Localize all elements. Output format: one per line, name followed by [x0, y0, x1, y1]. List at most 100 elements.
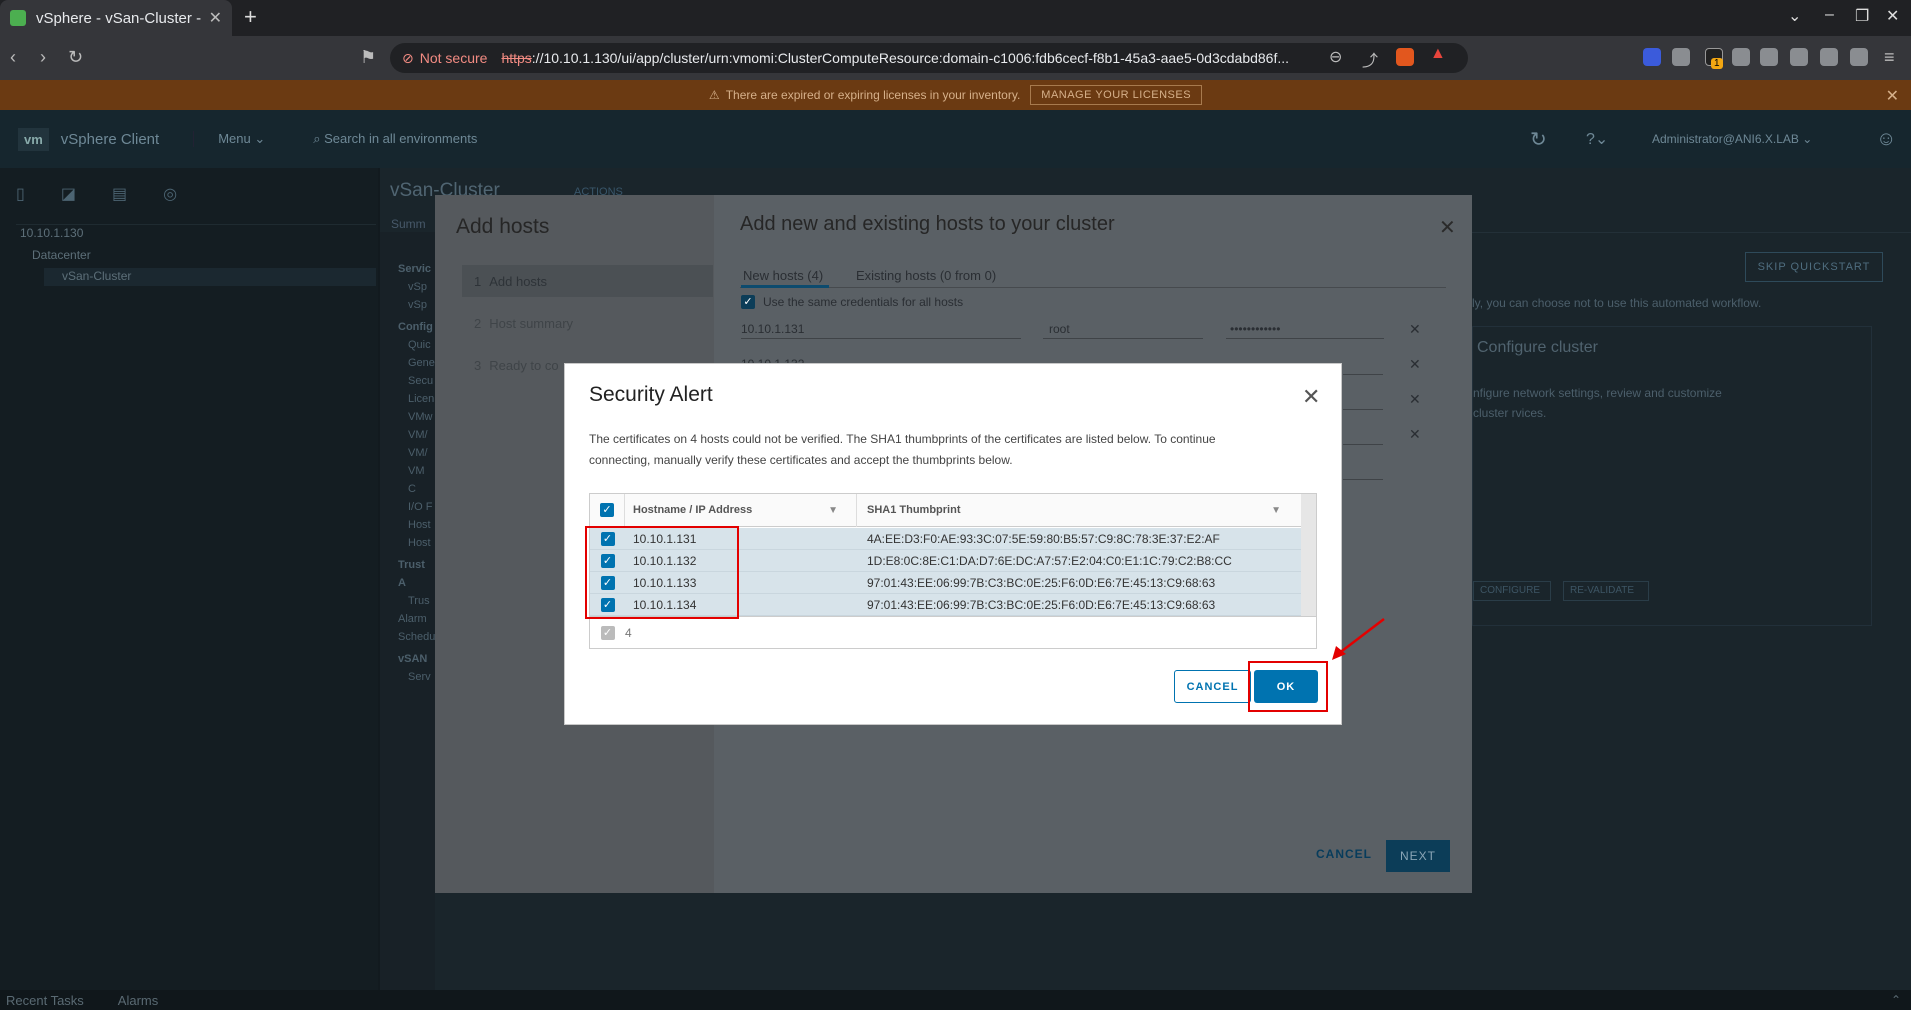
leo-icon[interactable]	[1850, 48, 1868, 66]
remove-host-icon[interactable]: ✕	[1409, 356, 1421, 373]
browser-tab[interactable]: vSphere - vSan-Cluster - ✕	[0, 0, 232, 36]
wizard-step-3[interactable]: 3 Ready to co	[474, 358, 559, 373]
vmware-logo: vm	[18, 127, 49, 151]
global-search[interactable]: ⌕ Search in all environments	[313, 131, 477, 147]
column-hostname[interactable]: Hostname / IP Address ▼	[625, 493, 857, 527]
highlight-ok-box	[1248, 661, 1328, 712]
storage-icon[interactable]: ▤	[112, 184, 127, 204]
puzzle-icon[interactable]	[1760, 48, 1778, 66]
remove-host-icon[interactable]: ✕	[1409, 426, 1421, 443]
dialog-close-icon[interactable]: ✕	[1302, 384, 1320, 410]
help-icon[interactable]: ?⌄	[1586, 129, 1608, 149]
url-text: ://10.10.1.130/ui/app/cluster/urn:vmomi:…	[531, 50, 1290, 66]
qr-icon[interactable]	[1672, 48, 1690, 66]
close-tab-icon[interactable]: ✕	[209, 8, 222, 28]
dialog-cancel-button[interactable]: CANCEL	[1174, 670, 1251, 703]
forward-icon[interactable]: ›	[40, 47, 46, 68]
wizard-title: Add hosts	[456, 215, 550, 238]
wizard-step-2[interactable]: 2 Host summary	[474, 316, 573, 331]
sidebar-icon[interactable]	[1790, 48, 1808, 66]
menu-dropdown[interactable]: Menu ⌄	[193, 131, 265, 147]
grid-scrollbar[interactable]	[1301, 494, 1316, 616]
networking-icon[interactable]: ◎	[163, 184, 177, 204]
dialog-title: Security Alert	[589, 383, 713, 406]
configure-button[interactable]: CONFIGURE	[1473, 581, 1551, 601]
select-all-checkbox[interactable]: ✓	[600, 503, 614, 517]
tab-search-icon[interactable]: ⌄	[1788, 6, 1801, 26]
close-window-icon[interactable]: ✕	[1886, 6, 1899, 26]
recent-tasks-tab[interactable]: Recent Tasks	[6, 993, 84, 1008]
license-message: There are expired or expiring licenses i…	[725, 88, 1021, 102]
hosts-clusters-icon[interactable]: ▯	[16, 184, 25, 204]
password-field[interactable]: ••••••••••••	[1230, 322, 1280, 336]
product-name: vSphere Client	[60, 130, 160, 148]
host-address-field[interactable]: 10.10.1.131	[741, 322, 804, 336]
config-menu-items[interactable]: Servic vSp vSp Config Quic Gene Secu Lic…	[398, 260, 435, 686]
vsphere-favicon-icon	[10, 10, 26, 26]
row-thumbprint: 97:01:43:EE:06:99:7B:C3:BC:0E:25:F6:0D:E…	[867, 575, 1216, 590]
configure-cluster-title: Configure cluster	[1477, 339, 1598, 356]
bitwarden-icon[interactable]	[1643, 48, 1661, 66]
close-banner-icon[interactable]: ✕	[1886, 86, 1899, 106]
browser-menu-icon[interactable]: ≡	[1884, 47, 1895, 68]
search-icon: ⌕	[313, 131, 325, 146]
tree-cluster[interactable]: vSan-Cluster	[62, 269, 131, 283]
wizard-next-button[interactable]: NEXT	[1386, 840, 1450, 872]
share-icon[interactable]: ⤴	[1362, 47, 1378, 71]
grid-footer: ✓ 4	[590, 616, 1316, 648]
same-credentials-checkbox[interactable]: ✓	[741, 295, 755, 309]
tree-vcenter[interactable]: 10.10.1.130	[20, 226, 83, 240]
address-bar[interactable]: ⊘ Not secure https ://10.10.1.130/ui/app…	[390, 43, 1468, 73]
row-thumbprint: 4A:EE:D3:F0:AE:93:3C:07:5E:59:80:B5:57:C…	[867, 531, 1220, 546]
user-menu[interactable]: Administrator@ANI6.X.LAB ⌄	[1652, 132, 1812, 146]
back-icon[interactable]: ‹	[10, 47, 16, 68]
row-thumbprint: 1D:E8:0C:8E:C1:DA:D7:6E:DC:A7:57:E2:04:C…	[867, 553, 1232, 568]
vms-templates-icon[interactable]: ◪	[61, 184, 76, 204]
annotation-arrow-icon	[1332, 618, 1385, 660]
tab-existing-hosts[interactable]: Existing hosts (0 from 0)	[856, 268, 996, 283]
wizard-cancel-button[interactable]: CANCEL	[1316, 847, 1372, 861]
selected-count: 4	[625, 625, 632, 640]
brave-shield-icon[interactable]	[1396, 48, 1414, 66]
url-scheme: https	[501, 50, 532, 66]
skip-quickstart-button[interactable]: SKIP QUICKSTART	[1745, 252, 1883, 282]
highlight-hosts-box	[585, 526, 739, 619]
zoom-icon[interactable]: ⊖	[1329, 47, 1342, 67]
bottom-panel: Recent Tasks Alarms ⌃	[0, 990, 1911, 1010]
remove-host-icon[interactable]: ✕	[1409, 391, 1421, 408]
search-placeholder: Search in all environments	[324, 131, 478, 146]
revalidate-button[interactable]: RE-VALIDATE	[1563, 581, 1649, 601]
wizard-step-1[interactable]: 1 Add hosts	[462, 265, 713, 297]
refresh-icon[interactable]: ↻	[1530, 127, 1547, 152]
username-field[interactable]: root	[1049, 322, 1070, 336]
filter-icon[interactable]: ▼	[1271, 505, 1281, 516]
filter-icon[interactable]: ▼	[828, 505, 838, 516]
configure-cluster-text: nfigure network settings, review and cus…	[1473, 386, 1722, 420]
remove-host-icon[interactable]: ✕	[1409, 321, 1421, 338]
browser-tabbar	[0, 0, 1911, 36]
license-banner: ⚠ There are expired or expiring licenses…	[0, 80, 1911, 110]
dialog-description: The certificates on 4 hosts could not be…	[589, 432, 1216, 467]
summary-tab[interactable]: Summ	[391, 217, 426, 231]
user-avatar-icon[interactable]: ☺	[1876, 128, 1896, 151]
extension-badge: 1	[1711, 58, 1723, 69]
manage-licenses-button[interactable]: MANAGE YOUR LICENSES	[1030, 85, 1203, 105]
not-secure-icon: ⊘	[402, 49, 414, 66]
column-thumbprint[interactable]: SHA1 Thumbprint ▼	[857, 494, 1301, 527]
wizard-close-icon[interactable]: ✕	[1439, 215, 1456, 240]
selection-count-icon: ✓	[600, 625, 615, 640]
tab-new-hosts[interactable]: New hosts (4)	[743, 268, 823, 283]
wallet-icon[interactable]	[1820, 48, 1838, 66]
bookmark-icon[interactable]: ⚑	[360, 47, 376, 68]
expand-panel-icon[interactable]: ⌃	[1891, 993, 1901, 1007]
alarms-tab[interactable]: Alarms	[118, 993, 158, 1008]
wizard-heading: Add new and existing hosts to your clust…	[740, 213, 1115, 235]
tree-datacenter[interactable]: Datacenter	[32, 248, 91, 262]
minimize-icon[interactable]: –	[1825, 6, 1834, 24]
new-tab-button[interactable]: +	[244, 4, 257, 30]
reload-icon[interactable]: ↻	[68, 47, 83, 68]
same-credentials-option[interactable]: ✓ Use the same credentials for all hosts	[741, 295, 963, 309]
camera-icon[interactable]	[1732, 48, 1750, 66]
maximize-icon[interactable]: ❐	[1855, 6, 1869, 26]
brave-rewards-icon[interactable]: ▲	[1430, 45, 1448, 63]
